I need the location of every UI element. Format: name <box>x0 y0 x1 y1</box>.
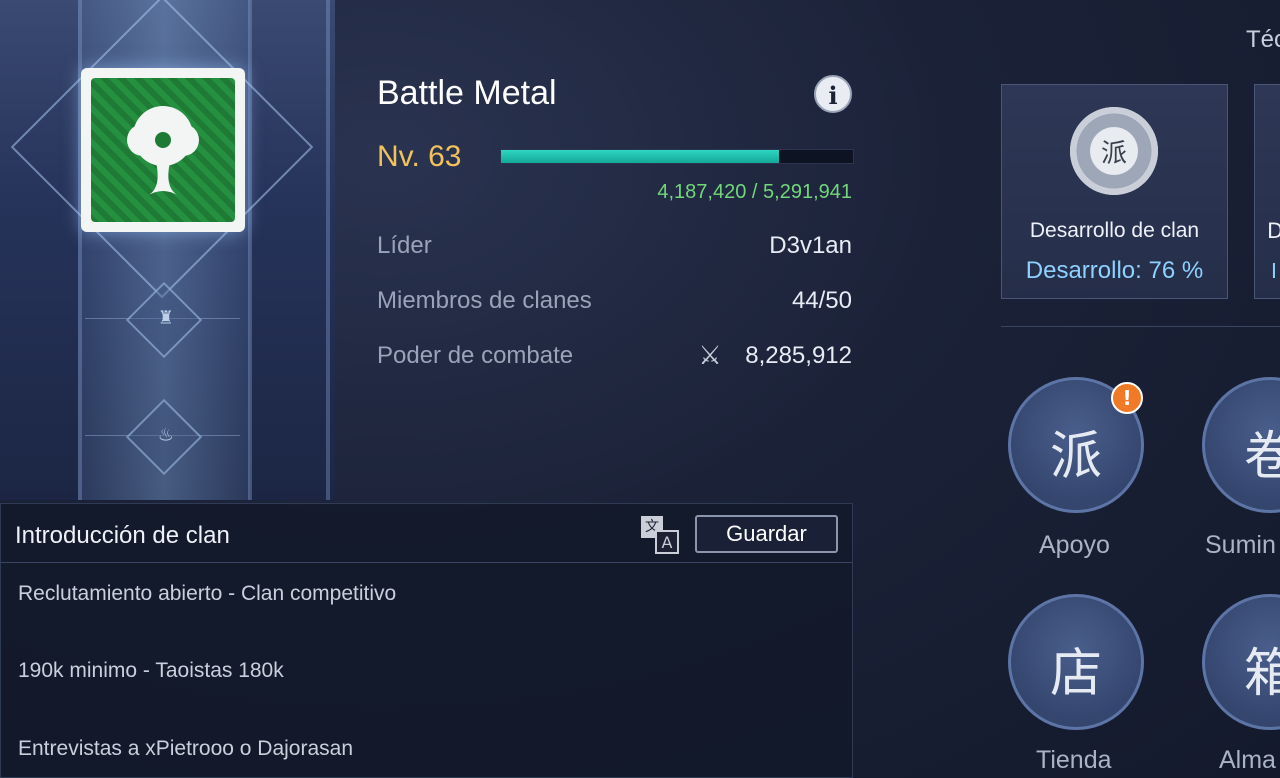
leader-label: Líder <box>377 232 432 259</box>
intro-line: 190k minimo - Taoistas 180k <box>18 659 284 682</box>
alert-icon: ! <box>1111 382 1143 414</box>
dev-card-progress: Desarrollo: 76 % <box>1025 257 1204 284</box>
scroll-icon: 卷 <box>1243 427 1280 487</box>
save-button[interactable]: Guardar <box>695 515 838 553</box>
translate-glyph-b: A <box>655 530 679 554</box>
support-icon: 派 <box>1049 427 1102 487</box>
clan-emblem-tree-icon <box>91 78 235 222</box>
crossed-swords-icon: ⚔ <box>698 341 722 371</box>
second-card-sub: I <box>1271 259 1277 283</box>
shop-icon: 店 <box>1049 644 1102 704</box>
support-label: Apoyo <box>1039 531 1110 559</box>
clan-level: Nv. 63 <box>377 140 462 173</box>
clan-name: Battle Metal <box>377 74 557 112</box>
shop-button[interactable]: 店 <box>1008 594 1144 730</box>
intro-line: Reclutamiento abierto - Clan competitivo <box>18 582 397 605</box>
members-value: 44/50 <box>791 287 852 314</box>
tab-tech[interactable]: Téc <box>1246 26 1280 54</box>
xp-progress-fill <box>501 150 780 163</box>
clan-emblem <box>81 68 245 232</box>
banner-edge <box>248 0 252 500</box>
dev-card-title: Desarrollo de clan <box>1029 219 1200 242</box>
storage-label: Alma <box>1219 746 1276 774</box>
storage-button[interactable]: 箱 <box>1202 594 1280 730</box>
clan-intro-panel: Introducción de clan 文 A Guardar Recluta… <box>0 503 853 778</box>
right-divider <box>1001 326 1280 327</box>
leader-value[interactable]: D3v1an <box>769 232 852 260</box>
shop-label: Tienda <box>1036 746 1112 774</box>
clan-development-card[interactable]: 派 Desarrollo de clan Desarrollo: 76 % <box>1001 84 1228 299</box>
intro-divider <box>1 562 852 563</box>
gear-icon: 派 <box>1070 107 1158 195</box>
xp-text: 4,187,420 / 5,291,941 <box>657 181 852 203</box>
second-card-title: D <box>1267 219 1280 243</box>
xp-progress-bar <box>500 149 854 164</box>
translate-icon[interactable]: 文 A <box>641 516 681 554</box>
supplies-label: Sumin <box>1205 531 1276 559</box>
chest-icon: 箱 <box>1243 644 1280 704</box>
combat-power-label: Poder de combate <box>377 342 574 369</box>
members-label: Miembros de clanes <box>377 287 592 314</box>
intro-line: Entrevistas a xPietrooo o Dajorasan <box>18 737 354 760</box>
gear-glyph: 派 <box>1100 139 1127 169</box>
banner-edge <box>326 0 330 500</box>
second-card[interactable]: D I <box>1254 84 1280 299</box>
info-icon[interactable]: i <box>814 75 852 113</box>
intro-title: Introducción de clan <box>15 522 230 549</box>
combat-power-value: 8,285,912 <box>745 342 852 369</box>
supplies-button[interactable]: 卷 <box>1202 377 1280 513</box>
